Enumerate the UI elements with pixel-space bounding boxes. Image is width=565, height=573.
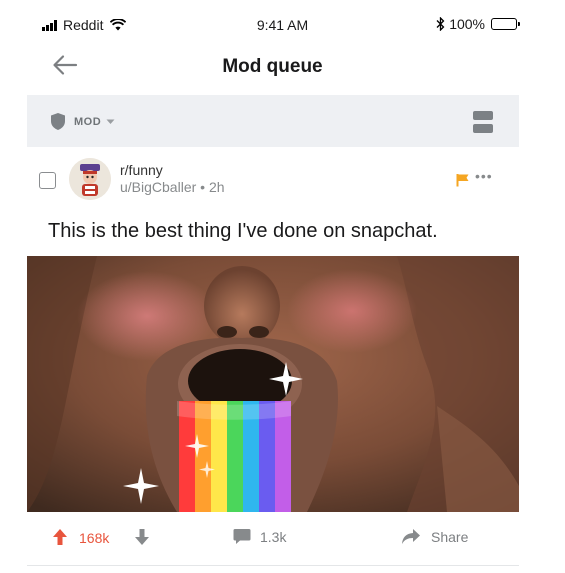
- more-icon[interactable]: •••: [475, 168, 493, 184]
- card-view-icon[interactable]: [473, 111, 493, 133]
- post-title[interactable]: This is the best thing I've done on snap…: [48, 220, 438, 243]
- comment-icon: [233, 529, 251, 544]
- status-right: 100%: [436, 16, 520, 32]
- avatar[interactable]: [69, 158, 111, 200]
- byline: u/BigCballer • 2h: [120, 179, 225, 196]
- vote-score: 168k: [79, 530, 110, 546]
- mod-filter-dropdown[interactable]: MOD: [50, 112, 115, 131]
- chevron-down-icon: [106, 119, 115, 124]
- battery-percent: 100%: [449, 16, 485, 32]
- battery-icon: [491, 18, 520, 30]
- byline-separator: •: [200, 179, 206, 195]
- shield-icon: [51, 113, 65, 130]
- subreddit-link[interactable]: r/funny: [120, 162, 225, 179]
- nav-bar: Mod queue: [0, 40, 565, 95]
- share-icon: [402, 529, 420, 544]
- comments-count: 1.3k: [260, 528, 287, 545]
- post-meta: r/funny u/BigCballer • 2h: [120, 162, 225, 196]
- author-link[interactable]: u/BigCballer: [120, 179, 196, 195]
- comments-button[interactable]: 1.3k: [233, 528, 286, 545]
- post-age: 2h: [208, 179, 225, 195]
- share-button[interactable]: Share: [401, 528, 468, 545]
- select-post-checkbox[interactable]: [39, 172, 56, 189]
- bluetooth-icon: [436, 17, 445, 31]
- downvote-icon[interactable]: [134, 528, 150, 546]
- page-title: Mod queue: [222, 56, 323, 77]
- post-actions: 168k 1.3k Share: [0, 520, 565, 556]
- divider: [27, 565, 519, 566]
- share-label: Share: [431, 528, 469, 545]
- post-media[interactable]: [27, 256, 519, 512]
- mod-toolbar: MOD: [27, 95, 519, 147]
- upvote-icon[interactable]: [52, 528, 68, 546]
- flag-icon[interactable]: [456, 173, 470, 187]
- mod-filter-label: MOD: [74, 115, 102, 128]
- status-bar: Reddit 9:41 AM 100%: [0, 0, 565, 40]
